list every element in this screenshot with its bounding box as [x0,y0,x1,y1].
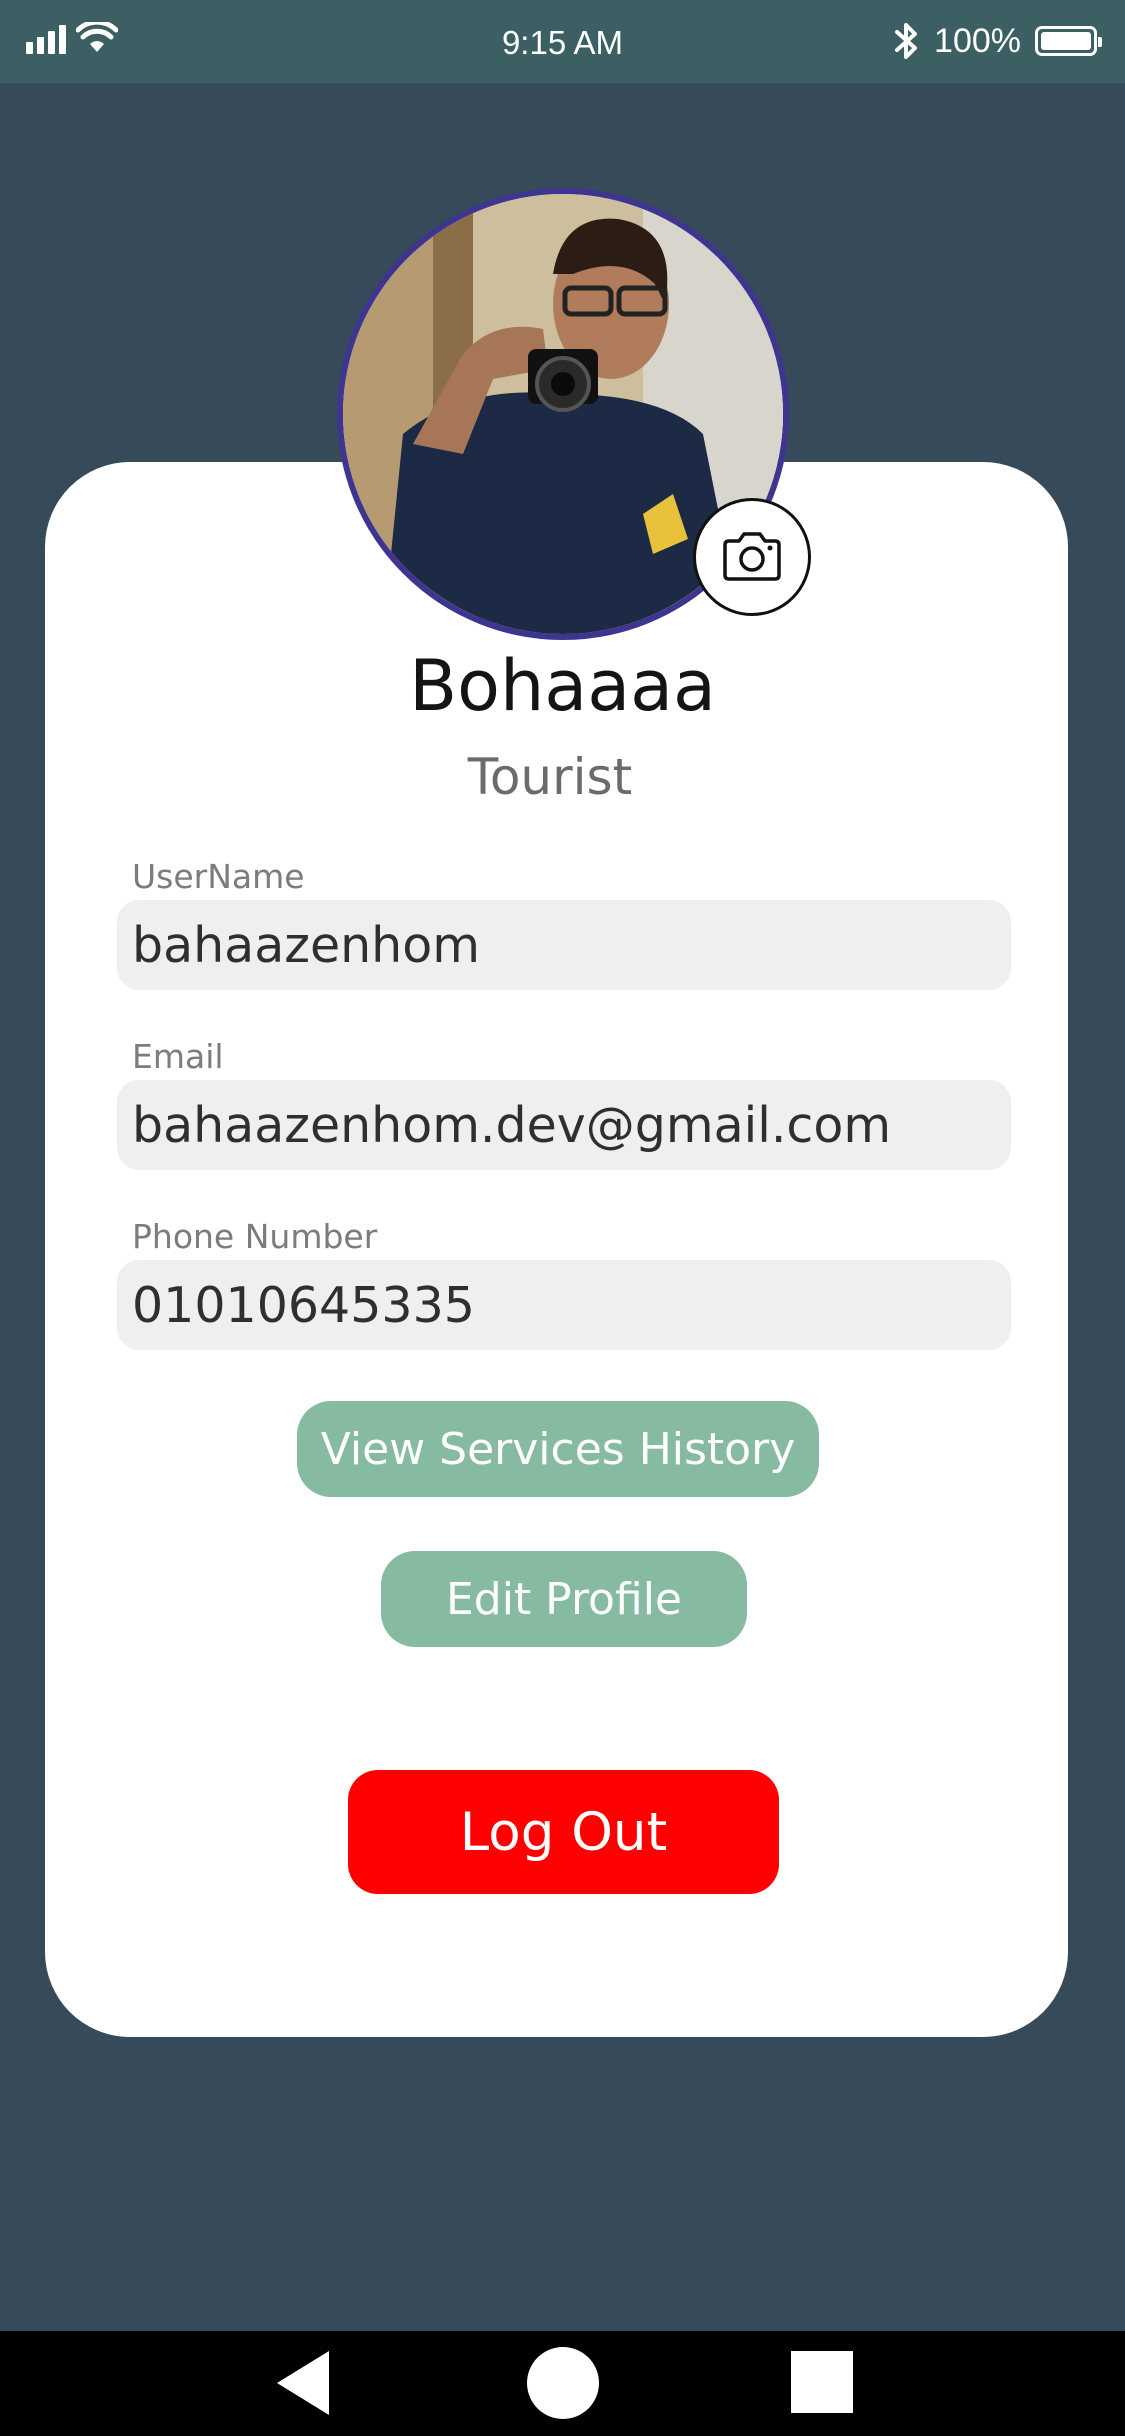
change-photo-button[interactable] [693,498,811,616]
view-services-history-button[interactable]: View Services History [297,1401,819,1497]
username-field[interactable]: bahaazenhom [117,900,1011,990]
profile-name: Bohaaaa [409,645,716,727]
phone-field[interactable]: 01010645335 [117,1260,1011,1350]
battery-icon [1035,26,1102,56]
bluetooth-icon [895,23,918,59]
email-label: Email [132,1037,224,1076]
email-field[interactable]: bahaazenhom.dev@gmail.com [117,1080,1011,1170]
back-icon[interactable] [277,2351,329,2415]
battery-fill [1041,32,1091,50]
camera-icon [723,532,781,581]
home-icon[interactable] [527,2347,599,2419]
profile-role: Tourist [467,748,633,806]
status-bar: 9:15 AM 100% [0,0,1125,83]
navigation-bar [0,2331,1125,2436]
phone-label: Phone Number [132,1217,378,1256]
logout-button[interactable]: Log Out [348,1770,779,1894]
recents-icon[interactable] [791,2351,853,2413]
username-label: UserName [132,857,305,896]
edit-profile-button[interactable]: Edit Profile [381,1551,747,1647]
status-right: 100% [894,20,1102,62]
battery-percent: 100% [934,21,1021,60]
